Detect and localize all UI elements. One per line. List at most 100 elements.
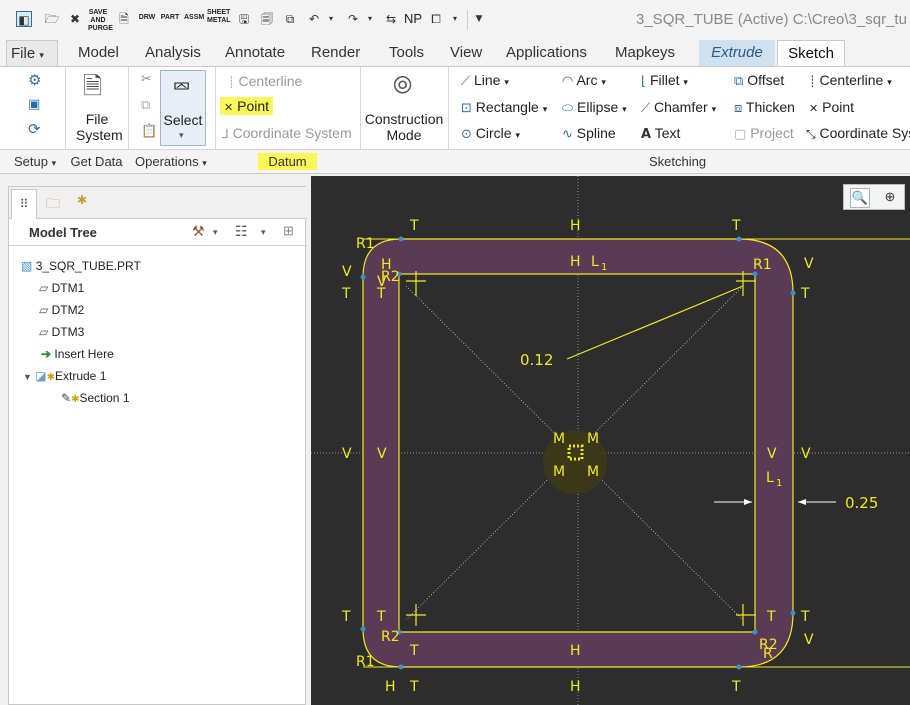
constraint-tangent-label[interactable]: T: [731, 679, 741, 695]
tab-render[interactable]: Render: [311, 40, 360, 66]
constraint-tangent-label[interactable]: T: [409, 679, 419, 695]
dimension-thickness-label[interactable]: 0.12: [520, 351, 553, 369]
save-backup-icon[interactable]: ⧉: [282, 11, 298, 27]
constraint-vertical-label[interactable]: V: [804, 256, 814, 272]
sketch-coordinate-system-button[interactable]: ⤡ Coordinate Sys: [806, 125, 910, 142]
offset-button[interactable]: ⧉ Offset: [734, 72, 784, 89]
constraint-tangent-label[interactable]: T: [409, 218, 419, 234]
tab-tools[interactable]: Tools: [389, 40, 424, 66]
cut-icon[interactable]: ✂: [141, 73, 152, 87]
tree-settings-icon[interactable]: ⚒: [192, 223, 205, 240]
open-folder-icon[interactable]: 🗁: [44, 11, 60, 27]
tree-item-dtm1[interactable]: ▱ DTM1: [39, 281, 84, 295]
redo-icon[interactable]: ↷: [345, 11, 361, 27]
radius-constraint-label[interactable]: R: [763, 646, 773, 662]
datum-coordinate-system-button[interactable]: ⅃ Coordinate System: [222, 125, 352, 141]
sheet-metal-icon[interactable]: SHEET METAL: [207, 9, 231, 25]
chamfer-button[interactable]: ⟋ Chamfer ▾: [641, 99, 716, 116]
sketch-point-button[interactable]: ✕ Point: [809, 99, 854, 115]
file-system-icon[interactable]: 🗎: [83, 73, 102, 99]
windows-icon[interactable]: ⧠: [428, 11, 444, 27]
tab-view[interactable]: View: [450, 40, 482, 66]
length-constraint-label[interactable]: L: [766, 470, 774, 486]
constraint-vertical-label[interactable]: V: [767, 446, 777, 462]
group-operations[interactable]: Operations ▾: [128, 149, 215, 173]
select-button[interactable]: ⮹ Select ▾: [160, 70, 206, 146]
undo-icon[interactable]: ↶: [306, 11, 322, 27]
tab-sketch[interactable]: Sketch: [777, 40, 845, 66]
tab-mapkeys[interactable]: Mapkeys: [615, 40, 675, 66]
constraint-tangent-label[interactable]: T: [800, 609, 810, 625]
midpoint-constraint-label[interactable]: M: [587, 464, 599, 480]
radius-constraint-label[interactable]: R2: [381, 269, 400, 285]
favorites-tab-icon[interactable]: ✱: [71, 193, 93, 215]
constraint-tangent-label[interactable]: T: [731, 218, 741, 234]
tab-file[interactable]: File ▾: [6, 40, 58, 66]
radius-constraint-label[interactable]: R1: [356, 236, 375, 252]
constraint-horizontal-label[interactable]: H: [385, 679, 396, 695]
circle-button[interactable]: ⊙ Circle ▾: [461, 125, 520, 142]
chevron-down-icon[interactable]: ▾: [261, 227, 266, 238]
tree-item-extrude[interactable]: ▼ ◪✱Extrude 1: [23, 369, 106, 383]
constraint-vertical-label[interactable]: V: [801, 446, 811, 462]
tab-extrude[interactable]: Extrude: [699, 40, 775, 66]
constraint-vertical-label[interactable]: V: [342, 446, 352, 462]
tree-filters-icon[interactable]: ☷: [235, 223, 248, 240]
sketch-centerline-button[interactable]: ┊ Centerline ▾: [809, 72, 892, 88]
tree-item-dtm2[interactable]: ▱ DTM2: [39, 303, 84, 317]
spline-button[interactable]: ∿ Spline: [562, 125, 616, 142]
constraint-vertical-label[interactable]: V: [377, 446, 387, 462]
constraint-horizontal-label[interactable]: H: [570, 679, 581, 695]
assembly-icon[interactable]: ASSM: [184, 14, 204, 22]
paste-icon[interactable]: 📋: [141, 125, 157, 139]
np-icon[interactable]: NP: [403, 11, 423, 27]
datum-point-button[interactable]: ✕ Point: [220, 97, 274, 115]
radius-constraint-label[interactable]: R2: [381, 629, 400, 645]
sketch-svg[interactable]: H H H H H T T T T T T T T T T T T V V V …: [311, 176, 910, 705]
constraint-tangent-label[interactable]: T: [409, 643, 419, 659]
constraint-horizontal-label[interactable]: H: [570, 643, 581, 659]
graphics-canvas[interactable]: H H H H H T T T T T T T T T T T T V V V …: [311, 176, 910, 705]
chevron-down-icon[interactable]: ▾: [213, 227, 218, 238]
tab-applications[interactable]: Applications: [506, 40, 587, 66]
constraint-horizontal-label[interactable]: H: [570, 254, 581, 270]
line-button[interactable]: ⟋ Line ▾: [461, 72, 509, 89]
length-constraint-label[interactable]: L: [591, 254, 599, 270]
tree-columns-icon[interactable]: ⊞: [283, 223, 294, 239]
tab-model[interactable]: Model: [78, 40, 119, 66]
save-purge-icon[interactable]: SAVE AND PURGE: [88, 9, 113, 33]
tree-item-insert-here[interactable]: ➔ Insert Here: [41, 347, 114, 361]
constraint-vertical-label[interactable]: V: [342, 264, 352, 280]
constraint-tangent-label[interactable]: T: [376, 609, 386, 625]
constraint-vertical-label[interactable]: V: [804, 632, 814, 648]
save-icon[interactable]: 🖫: [236, 11, 252, 27]
tab-annotate[interactable]: Annotate: [225, 40, 285, 66]
constraint-horizontal-label[interactable]: H: [570, 218, 581, 234]
windows-dropdown-icon[interactable]: ▾: [447, 11, 463, 27]
copy-icon[interactable]: ⧉: [141, 99, 150, 113]
construction-mode-button[interactable]: Construction Mode: [364, 111, 444, 143]
model-tree-tab-icon[interactable]: ⠿: [11, 189, 37, 219]
radius-constraint-label[interactable]: R1: [356, 654, 375, 670]
text-button[interactable]: A Text: [641, 125, 680, 142]
fillet-button[interactable]: ⌊ Fillet ▾: [641, 72, 688, 89]
dimension-offset-label[interactable]: 0.25: [845, 494, 878, 512]
constraint-tangent-label[interactable]: T: [341, 286, 351, 302]
file-system-button[interactable]: File System: [76, 111, 123, 143]
radius-constraint-label[interactable]: R1: [753, 257, 772, 273]
zoom-to-fit-icon[interactable]: 🔍: [850, 188, 870, 208]
regenerate-icon[interactable]: ⇆: [383, 11, 399, 27]
drawing-icon[interactable]: DRW: [137, 14, 157, 22]
part-icon[interactable]: PART: [160, 14, 180, 22]
constraint-tangent-label[interactable]: T: [800, 286, 810, 302]
rectangle-button[interactable]: ⊡ Rectangle ▾: [461, 99, 547, 116]
construction-mode-icon[interactable]: ⦾: [393, 72, 412, 98]
undo-dropdown-icon[interactable]: ▾: [323, 11, 339, 27]
midpoint-constraint-label[interactable]: M: [553, 464, 565, 480]
constraint-tangent-label[interactable]: T: [766, 609, 776, 625]
midpoint-constraint-label[interactable]: M: [553, 431, 565, 447]
tree-item-part[interactable]: ▧ 3_SQR_TUBE.PRT: [21, 259, 141, 273]
save-copy-icon[interactable]: 🗐: [259, 11, 275, 27]
tree-item-section[interactable]: ✎✱Section 1: [61, 391, 130, 405]
folder-browser-tab-icon[interactable]: 🗀: [42, 193, 64, 215]
